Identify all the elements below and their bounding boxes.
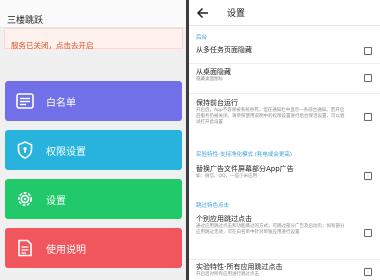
permission-settings-button[interactable]: 权限设置 (5, 130, 182, 170)
section-header-skip-click: 跳过特色点击 (196, 203, 230, 209)
whitelist-label: 白名单 (46, 97, 76, 109)
divider (189, 93, 380, 94)
pref-keep-foreground[interactable]: 保持前台运行 开启后，App不容易被系统杀死，但在通知栏中显示一条前台通知。若开… (196, 99, 346, 126)
all-app-skip-click-checkbox[interactable] (364, 268, 372, 276)
permission-settings-label: 权限设置 (46, 146, 86, 158)
divider (189, 63, 380, 64)
pref-title: 个别应用跳过点击 (196, 215, 252, 223)
hide-from-recents-checkbox[interactable] (364, 47, 372, 55)
section-header-background: 后台 (196, 35, 208, 41)
settings-app-bar: 设置 (189, 0, 380, 26)
whitelist-button[interactable]: 白名单 (5, 81, 182, 121)
pref-summary: 开启后对所有应用进行跳过点击 (196, 272, 259, 277)
pref-hide-from-recents[interactable]: 从多任务页面隐藏 (196, 46, 346, 55)
pref-summary: 通过应用跳过点击和功能跳过的方式，可跳过部分广告及启动页；如有部分应用跳过无效，… (196, 224, 345, 235)
app-title: 三楼跳跃 (7, 16, 44, 26)
settings-label: 设置 (46, 195, 66, 207)
gear-icon (13, 187, 37, 211)
keep-foreground-checkbox[interactable] (364, 113, 372, 121)
section-header-experimental: 实验特性-支持净化模式 (耗电或会更高) (196, 152, 293, 158)
service-status-text: 服务已关闭，点击去开启 (11, 41, 94, 50)
hide-from-launcher-checkbox[interactable] (364, 74, 372, 82)
pref-per-app-skip-click[interactable]: 个别应用跳过点击 通过应用跳过点击和功能跳过的方式，可跳过部分广告及启动页；如有… (196, 215, 346, 236)
app-bar: 三楼跳跃 (0, 0, 186, 28)
main-screen: 三楼跳跃 服务已关闭，点击去开启 白名单 权限设置 设置 使用说明 (0, 0, 186, 280)
settings-title: 设置 (227, 9, 246, 19)
pref-summary: 开启后，App不容易被系统杀死，但在通知栏中显示一条前台通知。若开启后服务仍被关… (196, 108, 345, 125)
pref-title: 替换广告文件屏幕部分App广告 (196, 165, 294, 173)
pref-title: 实验特性-所有应用跳过点击 (196, 263, 283, 271)
divider (189, 259, 380, 260)
replace-ad-files-checkbox[interactable] (364, 172, 372, 180)
pref-hide-from-launcher[interactable]: 从桌面隐藏 隐藏桌面图标 (196, 68, 346, 83)
pref-summary: 如：微信、QQ、一些小米应用 (196, 174, 258, 179)
pref-title: 从多任务页面隐藏 (196, 46, 252, 54)
pref-replace-ad-files[interactable]: 替换广告文件屏幕部分App广告 如：微信、QQ、一些小米应用 (196, 165, 346, 180)
pref-title: 保持前台运行 (196, 99, 238, 107)
shield-icon (13, 138, 37, 162)
user-manual-label: 使用说明 (46, 244, 86, 256)
user-manual-button[interactable]: 使用说明 (5, 228, 182, 268)
service-status-banner[interactable]: 服务已关闭，点击去开启 (4, 28, 183, 50)
per-app-skip-click-checkbox[interactable] (364, 229, 372, 237)
pref-summary: 隐藏桌面图标 (196, 77, 223, 82)
settings-screen: 设置 后台 从多任务页面隐藏 从桌面隐藏 隐藏桌面图标 保持前台运行 开启后，A… (189, 0, 380, 280)
back-arrow-icon[interactable] (193, 3, 213, 23)
list-icon (13, 89, 37, 113)
settings-button[interactable]: 设置 (5, 179, 182, 219)
pref-title: 从桌面隐藏 (196, 68, 231, 76)
document-icon (13, 236, 37, 260)
pref-all-app-skip-click[interactable]: 实验特性-所有应用跳过点击 开启后对所有应用进行跳过点击 (196, 263, 346, 278)
